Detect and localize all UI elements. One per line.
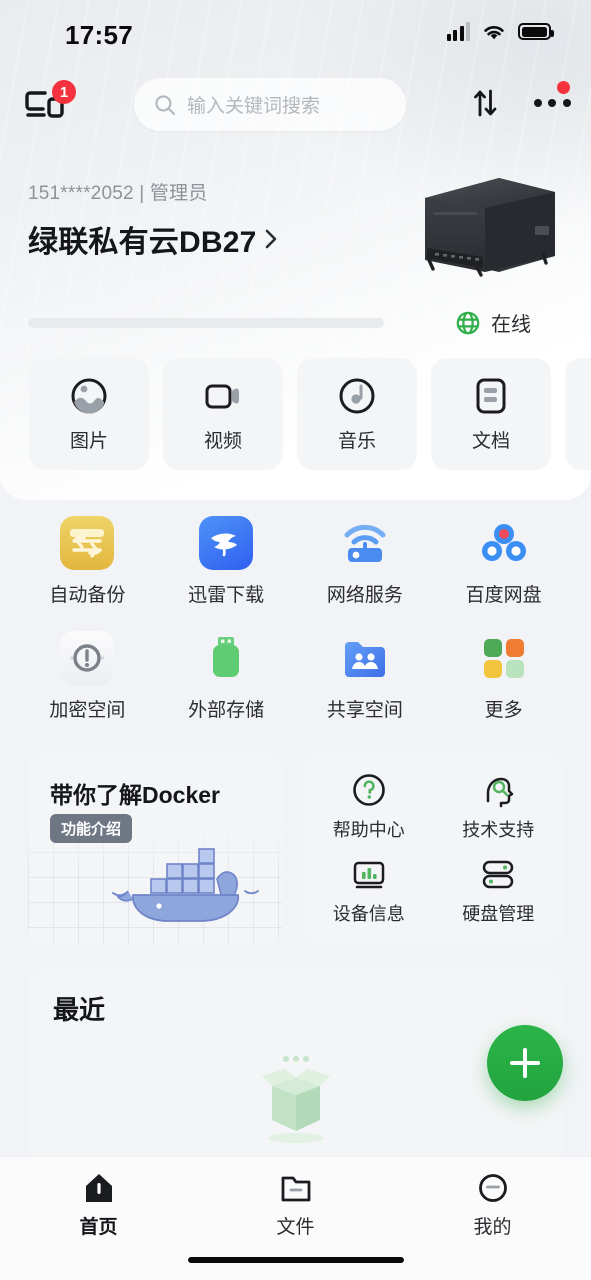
nav-label: 文件 [276, 1217, 315, 1238]
quick-action-device-info[interactable]: 设备信息 [333, 855, 405, 926]
app-item-encrypted-space[interactable]: 加密空间 [18, 631, 157, 722]
quick-label: 硬盘管理 [462, 904, 535, 925]
device-info[interactable]: 151****2052 | 管理员 绿联私有云DB27 [28, 178, 279, 261]
baidu-netdisk-icon [477, 516, 531, 570]
top-bar-actions [468, 81, 571, 122]
app-item-auto-backup[interactable]: 自动备份 [18, 516, 157, 607]
media-carousel[interactable]: 图片 视频 音乐 文档 [0, 358, 591, 470]
device-switch-badge: 1 [52, 80, 76, 104]
wifi-icon [484, 26, 504, 40]
media-label: 图片 [69, 431, 108, 452]
device-status-text: 在线 [491, 314, 531, 336]
globe-icon [456, 311, 480, 334]
bottom-nav: 首页 文件 我的 [0, 1156, 591, 1280]
app-label: 百度网盘 [465, 585, 542, 606]
device-name: 绿联私有云DB27 [28, 226, 257, 259]
app-label: 自动备份 [49, 585, 126, 606]
quick-action-tech-support[interactable]: 技术支持 [462, 771, 534, 842]
search-input[interactable]: 输入关键词搜索 [134, 78, 406, 131]
more-icon[interactable] [533, 81, 571, 122]
app-label: 更多 [484, 700, 523, 721]
home-icon [85, 1174, 112, 1202]
quick-action-disk-management[interactable]: 硬盘管理 [462, 855, 534, 926]
nas-device-image [425, 178, 555, 277]
photo-icon [71, 378, 107, 414]
media-label: 音乐 [337, 431, 376, 452]
capacity-bar [28, 318, 384, 328]
music-icon [339, 378, 375, 414]
app-grid: 自动备份 迅雷下载 网络服务 百度网盘 加密空间 外部存储 共享空间 更多 [0, 516, 591, 722]
mid-row: 带你了解Docker 功能介绍 帮助中心 技术支持 设备信息 硬盘管理 [0, 752, 591, 945]
auto-backup-icon [60, 516, 115, 570]
folder-icon [281, 1176, 310, 1202]
media-card-music[interactable]: 音乐 [297, 358, 417, 470]
media-card-videos[interactable]: 视频 [163, 358, 283, 470]
app-item-external-storage[interactable]: 外部存储 [157, 631, 296, 722]
transfer-icon[interactable] [468, 84, 502, 122]
device-name-row[interactable]: 绿联私有云DB27 [28, 217, 279, 261]
media-card-documents[interactable]: 文档 [431, 358, 551, 470]
media-track: 图片 视频 音乐 文档 [0, 358, 591, 470]
media-card-next-partial[interactable] [565, 358, 591, 470]
nav-item-home[interactable]: 首页 [0, 1171, 197, 1239]
tech-support-icon [487, 777, 514, 807]
app-item-baidu-netdisk[interactable]: 百度网盘 [434, 516, 573, 607]
video-icon [205, 384, 239, 409]
cellular-signal-icon [446, 22, 470, 41]
document-icon [476, 378, 506, 414]
docker-promo-card[interactable]: 带你了解Docker 功能介绍 [28, 752, 282, 945]
device-status: 在线 [455, 308, 531, 337]
app-label: 外部存储 [188, 700, 265, 721]
quick-label: 帮助中心 [332, 819, 405, 840]
battery-icon [518, 23, 554, 40]
home-indicator [187, 1257, 404, 1263]
device-switch-icon[interactable]: 1 [22, 80, 76, 128]
shared-space-icon [338, 631, 392, 685]
search-icon [155, 94, 176, 115]
app-item-shared-space[interactable]: 共享空间 [296, 631, 435, 722]
docker-title: 带你了解Docker [50, 782, 220, 808]
quick-label: 设备信息 [332, 904, 405, 925]
external-storage-icon [199, 631, 253, 685]
encrypted-space-icon [60, 631, 115, 685]
quick-label: 技术支持 [462, 819, 535, 840]
device-account: 151****2052 | 管理员 [28, 183, 208, 204]
media-card-photos[interactable]: 图片 [29, 358, 149, 470]
disk-management-icon [483, 861, 514, 889]
status-bar: 17:57 [0, 0, 591, 64]
app-screen: 17:57 1 输入关键词搜索 151****2052 | 管理员 绿联私有云D… [0, 0, 591, 1280]
more-apps-icon [477, 631, 531, 685]
app-item-network-service[interactable]: 网络服务 [296, 516, 435, 607]
profile-icon [478, 1174, 507, 1202]
app-label: 迅雷下载 [188, 585, 265, 606]
media-label: 文档 [471, 431, 510, 452]
empty-box-icon [261, 1056, 330, 1143]
status-time: 17:57 [65, 20, 133, 50]
more-notification-dot [557, 81, 570, 94]
recent-title: 最近 [53, 995, 106, 1025]
device-info-icon [353, 862, 384, 889]
app-item-more[interactable]: 更多 [434, 631, 573, 722]
add-button[interactable] [487, 1025, 563, 1101]
search-placeholder: 输入关键词搜索 [187, 96, 321, 117]
media-label: 视频 [203, 431, 242, 452]
network-service-icon [338, 516, 392, 570]
nav-label: 首页 [79, 1217, 118, 1238]
nav-item-files[interactable]: 文件 [197, 1171, 394, 1239]
quick-actions-card: 帮助中心 技术支持 设备信息 硬盘管理 [304, 752, 563, 945]
help-center-icon [352, 773, 385, 806]
app-label: 网络服务 [326, 585, 403, 606]
chevron-right-icon [265, 229, 276, 249]
quick-action-help-center[interactable]: 帮助中心 [333, 771, 405, 842]
status-indicators [446, 22, 554, 41]
app-item-thunder-download[interactable]: 迅雷下载 [157, 516, 296, 607]
top-bar: 1 输入关键词搜索 [0, 78, 591, 136]
app-label: 加密空间 [49, 700, 126, 721]
nav-label: 我的 [473, 1217, 512, 1238]
nav-item-profile[interactable]: 我的 [394, 1171, 591, 1239]
app-label: 共享空间 [326, 700, 403, 721]
thunder-download-icon [199, 516, 254, 570]
docker-whale-illustration [112, 848, 259, 922]
